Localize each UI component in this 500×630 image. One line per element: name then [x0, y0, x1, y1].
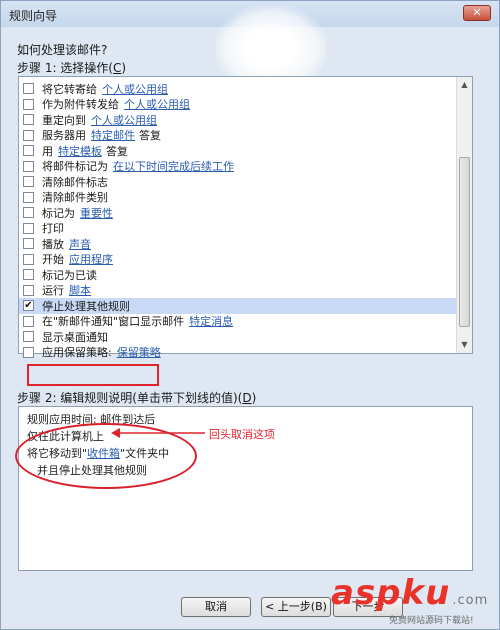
watermark-logo: aspku .com — [331, 573, 489, 613]
step2-label: 步骤 2: 编辑规则说明(单击带下划线的值)(D) — [17, 391, 257, 405]
annotation-text: 回头取消这项 — [209, 428, 275, 441]
action-label: 显示桌面通知 — [42, 330, 108, 344]
action-label: 播放 — [42, 237, 64, 251]
step1-label: 步骤 1: 选择操作(C) — [17, 61, 127, 75]
description-line: 并且停止处理其他规则 — [37, 464, 147, 477]
rules-wizard-dialog: 规则向导 ✕ 如何处理该邮件? 步骤 1: 选择操作(C) 将它转寄给 个人或公用… — [0, 0, 500, 630]
action-checkbox[interactable] — [23, 238, 34, 250]
action-suffix: 答复 — [106, 144, 128, 158]
action-label: 在"新邮件通知"窗口显示邮件 — [42, 315, 185, 329]
action-item[interactable]: 标记为已读 — [19, 267, 456, 283]
inbox-link[interactable]: 收件箱 — [87, 447, 120, 460]
action-item[interactable]: 清除邮件类别 — [19, 190, 456, 206]
question-label: 如何处理该邮件? — [17, 43, 108, 57]
action-checkbox[interactable] — [23, 98, 34, 110]
scroll-thumb[interactable] — [459, 157, 470, 327]
action-item[interactable]: 打印 — [19, 221, 456, 237]
action-item[interactable]: 开始 应用程序 — [19, 252, 456, 268]
action-label: 开始 — [42, 253, 64, 267]
action-link[interactable]: 声音 — [69, 236, 91, 252]
action-label: 应用保留策略: — [42, 346, 112, 360]
action-label: 服务器用 — [42, 129, 86, 143]
rule-description-box: 规则应用时间: 邮件到达后 仅在此计算机上 将它移动到"收件箱"文件夹中 并且停… — [15, 406, 473, 571]
action-checkbox[interactable] — [23, 222, 34, 234]
action-item[interactable]: 播放 声音 — [19, 236, 456, 252]
action-link[interactable]: 保留策略 — [117, 344, 161, 360]
scroll-up-icon[interactable]: ▲ — [457, 77, 472, 93]
action-item[interactable]: 标记为 重要性 — [19, 205, 456, 221]
description-line: 将它移动到"收件箱"文件夹中 — [27, 447, 170, 460]
action-item[interactable]: 在"新邮件通知"窗口显示邮件 特定消息 — [19, 314, 456, 330]
scroll-down-icon[interactable]: ▼ — [457, 337, 472, 353]
action-link[interactable]: 特定模板 — [58, 143, 102, 159]
highlight-box — [27, 364, 159, 386]
action-checkbox[interactable] — [23, 191, 34, 203]
action-label: 用 — [42, 144, 53, 158]
action-item[interactable]: 重定向到 个人或公用组 — [19, 112, 456, 128]
action-link[interactable]: 应用程序 — [69, 251, 113, 267]
action-checkbox[interactable] — [23, 269, 34, 281]
watermark-tagline: 免费网站源码下载站! — [389, 616, 474, 626]
action-checkbox[interactable] — [23, 331, 34, 343]
action-checkbox[interactable] — [23, 114, 34, 126]
action-label: 停止处理其他规则 — [42, 299, 130, 313]
action-item[interactable]: 作为附件转发给 个人或公用组 — [19, 97, 456, 113]
action-checkbox[interactable] — [23, 129, 34, 141]
action-link[interactable]: 在以下时间完成后续工作 — [113, 158, 234, 174]
title-bar: 规则向导 ✕ — [1, 1, 499, 27]
action-link[interactable]: 脚本 — [69, 282, 91, 298]
action-link[interactable]: 重要性 — [80, 205, 113, 221]
action-item[interactable]: ✔ 停止处理其他规则 — [19, 298, 456, 314]
action-label: 清除邮件标志 — [42, 175, 108, 189]
action-link[interactable]: 特定消息 — [189, 313, 233, 329]
action-item[interactable]: 运行 脚本 — [19, 283, 456, 299]
action-checkbox[interactable] — [23, 145, 34, 157]
action-checkbox[interactable] — [23, 160, 34, 172]
action-link[interactable]: 特定邮件 — [91, 127, 135, 143]
action-checkbox[interactable] — [23, 207, 34, 219]
action-label: 标记为已读 — [42, 268, 97, 282]
action-checkbox[interactable] — [23, 253, 34, 265]
back-button[interactable]: < 上一步(B) — [261, 597, 331, 617]
action-link[interactable]: 个人或公用组 — [102, 81, 168, 97]
action-link[interactable]: 个人或公用组 — [91, 112, 157, 128]
action-item[interactable]: 应用保留策略: 保留策略 — [19, 345, 456, 361]
action-checkbox[interactable] — [23, 83, 34, 95]
action-label: 重定向到 — [42, 113, 86, 127]
action-item[interactable]: 将邮件标记为 在以下时间完成后续工作 — [19, 159, 456, 175]
action-label: 标记为 — [42, 206, 75, 220]
action-suffix: 答复 — [139, 129, 161, 143]
action-item[interactable]: 服务器用 特定邮件 答复 — [19, 128, 456, 144]
action-checkbox[interactable] — [23, 315, 34, 327]
action-label: 将它转寄给 — [42, 82, 97, 96]
close-button[interactable]: ✕ — [463, 5, 491, 21]
action-checkbox[interactable] — [23, 176, 34, 188]
action-label: 运行 — [42, 284, 64, 298]
action-label: 清除邮件类别 — [42, 191, 108, 205]
action-item[interactable]: 清除邮件标志 — [19, 174, 456, 190]
action-label: 将邮件标记为 — [42, 160, 108, 174]
close-icon: ✕ — [472, 6, 482, 19]
description-line: 仅在此计算机上 — [27, 430, 104, 443]
window-title: 规则向导 — [9, 9, 58, 23]
action-checkbox[interactable] — [23, 284, 34, 296]
action-label: 作为附件转发给 — [42, 98, 119, 112]
scrollbar[interactable]: ▲ ▼ — [456, 77, 472, 353]
action-checkbox[interactable] — [23, 346, 34, 358]
action-link[interactable]: 个人或公用组 — [124, 96, 190, 112]
cancel-button[interactable]: 取消 — [181, 597, 251, 617]
action-item[interactable]: 用特定模板 答复 — [19, 143, 456, 159]
action-item[interactable]: 显示桌面通知 — [19, 329, 456, 345]
description-line: 规则应用时间: 邮件到达后 — [27, 413, 156, 426]
action-checkbox[interactable]: ✔ — [23, 300, 34, 312]
action-label: 打印 — [42, 222, 64, 236]
actions-listbox[interactable]: 将它转寄给 个人或公用组 作为附件转发给 个人或公用组 重定向到 个人或公用组 服务器用 特定… — [18, 76, 473, 386]
action-item[interactable]: 将它转寄给 个人或公用组 — [19, 81, 456, 97]
